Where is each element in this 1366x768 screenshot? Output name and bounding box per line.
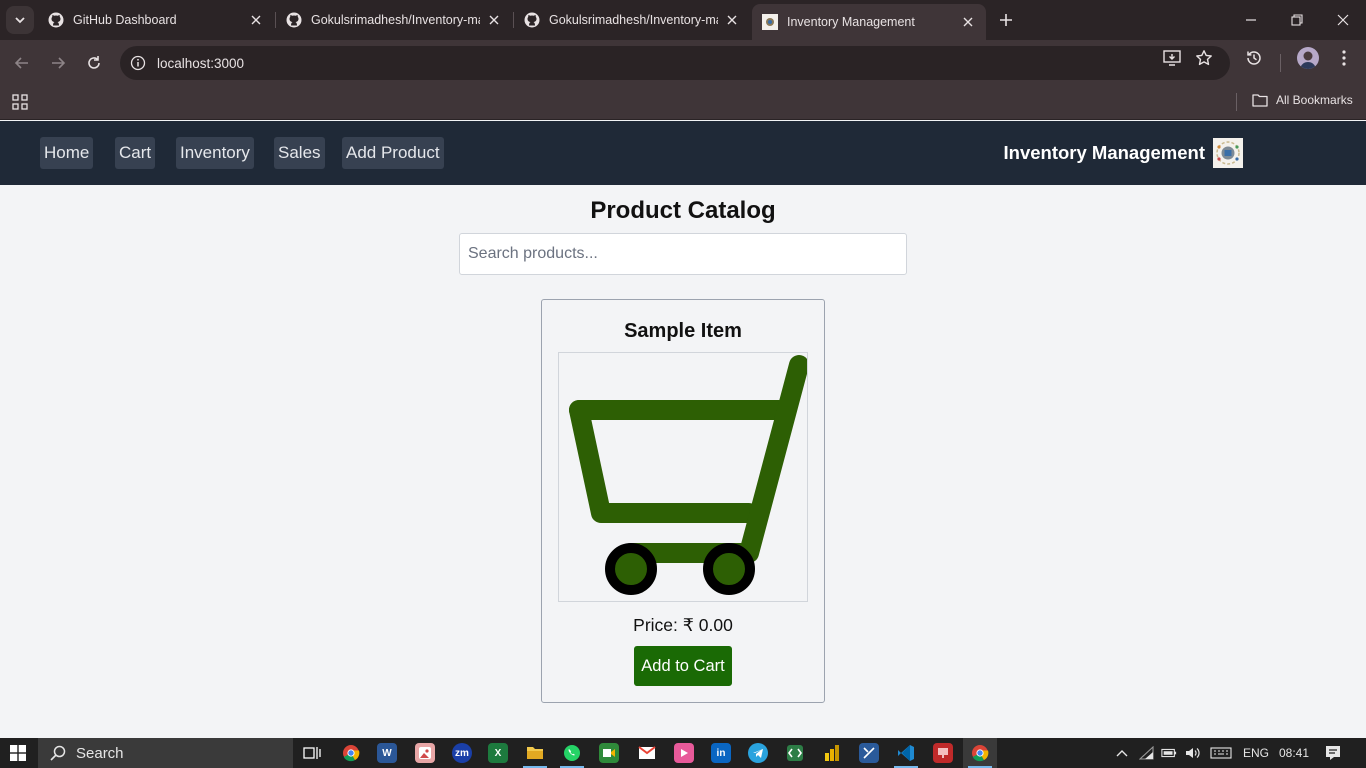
vscode-icon[interactable]	[896, 743, 916, 763]
chrome-icon[interactable]	[341, 743, 361, 763]
folder-icon	[1252, 94, 1268, 107]
new-tab-button[interactable]	[994, 8, 1018, 32]
chrome-active-icon[interactable]	[970, 743, 990, 763]
brand: Inventory Management	[1003, 138, 1243, 168]
youtube-icon[interactable]	[674, 743, 694, 763]
restore-button[interactable]	[1274, 0, 1320, 40]
app-navbar: Home Cart Inventory Sales Add Product In…	[0, 121, 1366, 185]
nav-add-product[interactable]: Add Product	[342, 137, 444, 169]
network-icon[interactable]	[1139, 745, 1155, 761]
taskbar-search[interactable]: Search	[38, 738, 293, 768]
search-icon	[50, 745, 66, 761]
close-icon[interactable]	[248, 12, 264, 28]
product-price: Price: ₹ 0.00	[633, 615, 733, 635]
profile-avatar[interactable]	[1297, 47, 1319, 69]
telegram-icon[interactable]	[748, 743, 768, 763]
power-bi-icon[interactable]	[822, 743, 842, 763]
meet-icon[interactable]	[599, 743, 619, 763]
tab-github-repo-2[interactable]: Gokulsrimadhesh/Inventory-ma	[514, 4, 750, 36]
shopping-cart-icon	[569, 355, 807, 595]
app-logo-icon	[762, 14, 778, 30]
file-explorer-icon[interactable]	[525, 743, 545, 763]
address-bar[interactable]: localhost:3000	[120, 46, 1230, 80]
add-to-cart-button[interactable]: Add to Cart	[634, 646, 732, 686]
close-icon	[1337, 14, 1349, 26]
zoom-icon[interactable]: zm	[452, 743, 472, 763]
apps-grid-icon[interactable]	[11, 93, 29, 111]
site-info-icon[interactable]	[129, 54, 147, 72]
windows-taskbar: Search W zm X in ENG 08:41	[0, 738, 1366, 768]
github-icon	[48, 12, 64, 28]
word-icon[interactable]: W	[377, 743, 397, 763]
search-input[interactable]	[459, 233, 907, 275]
database-app-icon[interactable]	[859, 743, 879, 763]
brand-logo-icon	[1213, 138, 1243, 168]
back-button[interactable]	[8, 49, 36, 77]
close-icon[interactable]	[724, 12, 740, 28]
nav-inventory[interactable]: Inventory	[176, 137, 254, 169]
keyboard-icon[interactable]	[1210, 745, 1232, 761]
url-text: localhost:3000	[157, 55, 245, 71]
reload-icon	[88, 56, 100, 69]
tab-title: Gokulsrimadhesh/Inventory-ma	[549, 13, 718, 27]
photos-icon[interactable]	[415, 743, 435, 763]
tab-title: Inventory Management	[787, 15, 915, 29]
install-app-icon[interactable]	[1162, 48, 1182, 68]
task-view-icon[interactable]	[302, 743, 322, 763]
minimize-button[interactable]	[1228, 0, 1274, 40]
taskbar-search-label: Search	[76, 744, 124, 762]
history-icon[interactable]	[1244, 48, 1264, 68]
linkedin-icon[interactable]: in	[711, 743, 731, 763]
whatsapp-icon[interactable]	[562, 743, 582, 763]
tab-search-button[interactable]	[6, 6, 34, 34]
toolbar-divider	[1280, 54, 1281, 72]
brand-title: Inventory Management	[1003, 142, 1206, 163]
tab-inventory-management[interactable]: Inventory Management	[752, 4, 986, 40]
code-app-icon[interactable]	[785, 743, 805, 763]
clock[interactable]: 08:41	[1279, 738, 1309, 768]
forward-button[interactable]	[44, 49, 72, 77]
gmail-icon[interactable]	[637, 743, 657, 763]
all-bookmarks-label: All Bookmarks	[1276, 93, 1353, 107]
arrow-right-icon	[52, 57, 66, 69]
browser-toolbar: localhost:3000	[0, 40, 1366, 86]
kebab-menu-icon[interactable]	[1334, 48, 1354, 68]
github-icon	[524, 12, 540, 28]
presentation-app-icon[interactable]	[933, 743, 953, 763]
restore-icon	[1291, 14, 1303, 26]
browser-tab-strip: GitHub Dashboard Gokulsrimadhesh/Invento…	[0, 0, 1366, 40]
reload-button[interactable]	[80, 49, 108, 77]
bookmark-star-icon[interactable]	[1194, 48, 1214, 68]
all-bookmarks-button[interactable]: All Bookmarks	[1252, 86, 1353, 114]
page-title: Product Catalog	[590, 197, 776, 224]
close-icon[interactable]	[960, 14, 976, 30]
volume-icon[interactable]	[1185, 745, 1201, 761]
product-card: Sample Item Price: ₹ 0.00 Add to Cart	[541, 299, 825, 703]
tab-title: Gokulsrimadhesh/Inventory-ma	[311, 13, 480, 27]
notifications-icon[interactable]	[1325, 745, 1341, 761]
tab-title: GitHub Dashboard	[73, 13, 177, 27]
tab-github-dashboard[interactable]: GitHub Dashboard	[38, 4, 274, 36]
nav-home[interactable]: Home	[40, 137, 94, 169]
language-indicator[interactable]: ENG	[1243, 738, 1269, 768]
battery-icon[interactable]	[1161, 745, 1177, 761]
show-hidden-icons-icon[interactable]	[1114, 745, 1130, 761]
minimize-icon	[1246, 19, 1256, 21]
bookmarks-divider	[1236, 93, 1237, 111]
main-content: Product Catalog Sample Item Price: ₹ 0.0…	[0, 185, 1366, 738]
arrow-left-icon	[14, 57, 28, 69]
bookmarks-bar: All Bookmarks	[0, 86, 1366, 120]
chevron-down-icon	[15, 17, 25, 24]
nav-cart[interactable]: Cart	[115, 137, 156, 169]
github-icon	[286, 12, 302, 28]
tab-github-repo-1[interactable]: Gokulsrimadhesh/Inventory-ma	[276, 4, 512, 36]
product-image	[558, 352, 808, 602]
nav-sales[interactable]: Sales	[274, 137, 325, 169]
close-window-button[interactable]	[1320, 0, 1366, 40]
windows-start-icon[interactable]	[10, 745, 26, 761]
product-name: Sample Item	[624, 320, 742, 342]
excel-icon[interactable]: X	[488, 743, 508, 763]
plus-icon	[1000, 14, 1012, 26]
close-icon[interactable]	[486, 12, 502, 28]
